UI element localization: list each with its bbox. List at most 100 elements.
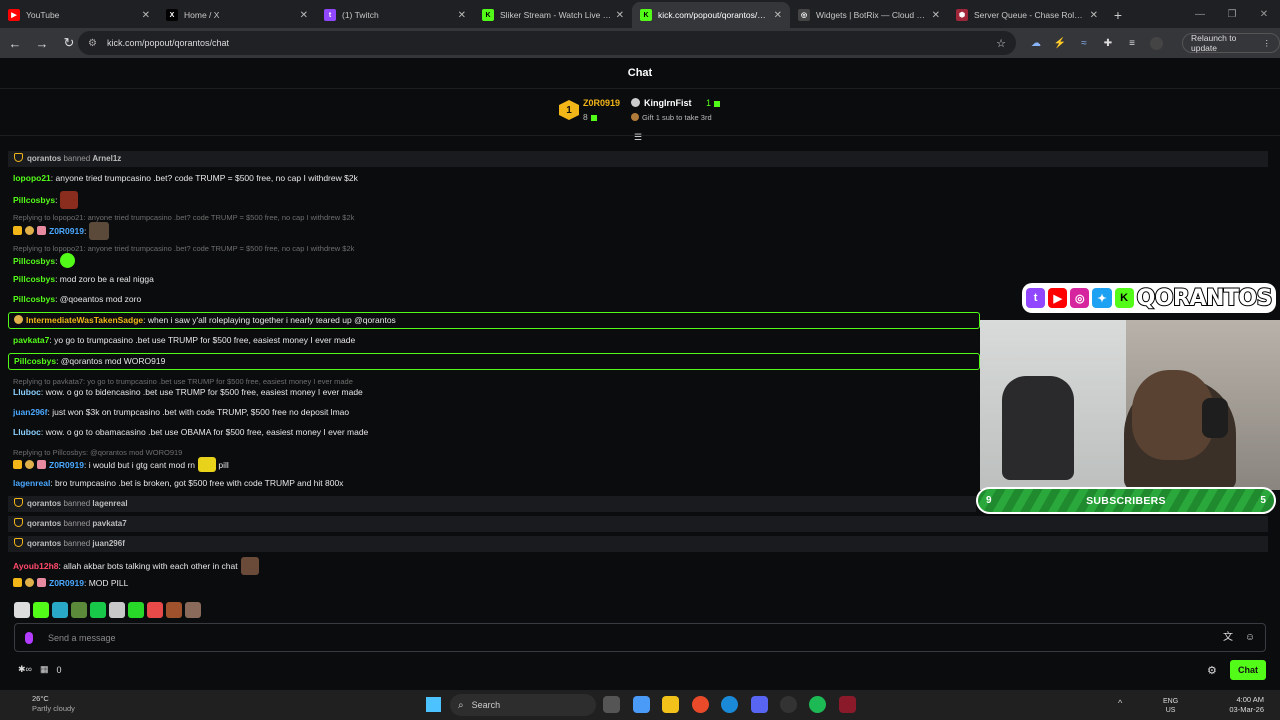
mod-name[interactable]: qorantos: [27, 499, 61, 508]
username[interactable]: Ayoub12h8: [13, 561, 59, 571]
extension-wave-icon[interactable]: ≈: [1072, 31, 1096, 55]
username[interactable]: pavkata7: [13, 335, 49, 345]
leader-second-name[interactable]: KingIrnFist: [631, 98, 692, 108]
leader-first-name[interactable]: Z0R0919: [583, 98, 620, 108]
site-info-icon[interactable]: ⚙: [88, 38, 97, 49]
username[interactable]: Pillcosbys: [13, 294, 55, 304]
gear-icon[interactable]: ⚙: [1207, 664, 1217, 677]
media-icon[interactable]: ≡: [1120, 31, 1144, 55]
obs-icon[interactable]: [780, 696, 797, 713]
close-icon[interactable]: ✕: [300, 10, 308, 21]
twitter-icon: ✦: [1092, 288, 1112, 308]
username[interactable]: juan296f: [13, 407, 48, 417]
gift-icon[interactable]: ▦: [40, 664, 49, 675]
extension-7tv-icon[interactable]: ⚡: [1048, 31, 1072, 55]
windows-start-icon[interactable]: [426, 697, 441, 712]
emote-image[interactable]: [198, 457, 216, 472]
menu-dots-icon[interactable]: ⋮: [1263, 38, 1272, 49]
username[interactable]: Pillcosbys: [13, 274, 55, 284]
tab-title: Server Queue - Chase Roleplay: [974, 10, 1086, 20]
banned-user[interactable]: juan296f: [92, 539, 124, 548]
file-explorer-icon[interactable]: [662, 696, 679, 713]
username[interactable]: Pillcosbys: [13, 256, 55, 266]
mic-icon[interactable]: [25, 631, 33, 644]
close-icon[interactable]: ✕: [932, 10, 940, 21]
mod-name[interactable]: qorantos: [27, 519, 61, 528]
emote-icon[interactable]: [14, 602, 30, 618]
weather-widget[interactable]: 26°C Partly cloudy: [8, 694, 75, 714]
copilot-icon[interactable]: [633, 696, 650, 713]
tab-youtube[interactable]: ▶ YouTube ✕: [0, 2, 158, 28]
app-icon[interactable]: [839, 696, 856, 713]
discord-icon[interactable]: [751, 696, 768, 713]
tab-x[interactable]: X Home / X ✕: [158, 2, 316, 28]
emote-image[interactable]: [89, 222, 110, 240]
gift-prompt[interactable]: Gift 1 sub to take 3rd: [631, 113, 712, 122]
minimize-icon[interactable]: —: [1184, 0, 1216, 28]
profile-avatar[interactable]: [1144, 31, 1168, 55]
close-icon[interactable]: ✕: [1090, 10, 1098, 21]
spotify-icon[interactable]: [809, 696, 826, 713]
emote-icon[interactable]: [128, 602, 144, 618]
close-icon[interactable]: ✕: [142, 10, 150, 21]
close-icon[interactable]: ✕: [458, 10, 466, 21]
mod-name[interactable]: qorantos: [27, 154, 61, 163]
username[interactable]: Pillcosbys: [13, 195, 55, 205]
tab-botrix[interactable]: ◎ Widgets | BotRix — Cloud Strea ✕: [790, 2, 948, 28]
new-tab-button[interactable]: +: [1106, 2, 1130, 28]
username[interactable]: IntermediateWasTakenSadge: [26, 315, 143, 325]
emote-icon[interactable]: [147, 602, 163, 618]
language-indicator[interactable]: ENG US: [1163, 697, 1178, 715]
filter-icon[interactable]: ☰: [634, 133, 646, 142]
username[interactable]: Z0R0919: [49, 226, 84, 236]
username[interactable]: Z0R0919: [49, 578, 84, 588]
emote-icon[interactable]: [185, 602, 201, 618]
chrome-icon[interactable]: [692, 696, 709, 713]
task-view-icon[interactable]: [603, 696, 620, 713]
back-icon[interactable]: ←: [3, 31, 27, 55]
edge-icon[interactable]: [721, 696, 738, 713]
extensions-puzzle-icon[interactable]: ✚: [1096, 31, 1120, 55]
username[interactable]: lagenreal: [13, 478, 50, 488]
extension-cloud-icon[interactable]: ☁: [1024, 31, 1048, 55]
emote-icon[interactable]: [109, 602, 125, 618]
username[interactable]: Lluboc: [13, 387, 41, 397]
emote-icon[interactable]: [33, 602, 49, 618]
close-window-icon[interactable]: ✕: [1248, 0, 1280, 28]
banned-user[interactable]: lagenreal: [92, 499, 127, 508]
address-bar[interactable]: ⚙ kick.com/popout/qorantos/chat ☆: [78, 31, 1016, 55]
emote-icon[interactable]: [52, 602, 68, 618]
close-icon[interactable]: ✕: [616, 10, 624, 21]
mod-name[interactable]: qorantos: [27, 539, 61, 548]
emoji-icon[interactable]: ☺: [1243, 631, 1257, 645]
emote-icon[interactable]: [90, 602, 106, 618]
tab-kick-popout[interactable]: Kkick.com/popout/qorantos/cha ✕: [632, 2, 790, 28]
banned-user[interactable]: Arnel1z: [92, 154, 121, 163]
username[interactable]: Pillcosbys: [14, 356, 56, 366]
system-clock[interactable]: 4:00 AM 03-Mar-26: [1220, 695, 1264, 715]
maximize-icon[interactable]: ❐: [1216, 0, 1248, 28]
chat-input[interactable]: Send a message 文 ☺: [14, 623, 1266, 652]
emote-image[interactable]: [60, 191, 79, 209]
relaunch-button[interactable]: Relaunch to update ⋮: [1182, 33, 1280, 53]
chevron-up-icon[interactable]: ^: [1118, 698, 1122, 708]
settings-tools-icon[interactable]: ✱∞: [18, 664, 32, 675]
banned-user[interactable]: pavkata7: [92, 519, 126, 528]
tab-sliker[interactable]: K Sliker Stream - Watch Live on K ✕: [474, 2, 632, 28]
send-chat-button[interactable]: Chat: [1230, 660, 1266, 680]
emote-image[interactable]: [240, 557, 259, 575]
emote-icon[interactable]: [71, 602, 87, 618]
emote-image[interactable]: [60, 253, 76, 268]
chat-message: lopopo21: anyone tried trumpcasino .bet?…: [8, 172, 1268, 185]
tab-server-queue[interactable]: ⬢ Server Queue - Chase Roleplay ✕: [948, 2, 1106, 28]
tab-twitch[interactable]: t (1) Twitch ✕: [316, 2, 474, 28]
bookmark-star-icon[interactable]: ☆: [996, 37, 1006, 50]
forward-icon[interactable]: →: [30, 31, 54, 55]
username[interactable]: Lluboc: [13, 427, 41, 437]
username[interactable]: lopopo21: [13, 173, 51, 183]
taskbar-search[interactable]: ⌕ Search: [450, 694, 596, 716]
emote-icon[interactable]: [166, 602, 182, 618]
close-icon[interactable]: ✕: [774, 10, 782, 21]
username[interactable]: Z0R0919: [49, 460, 84, 470]
translate-icon[interactable]: 文: [1221, 631, 1235, 645]
